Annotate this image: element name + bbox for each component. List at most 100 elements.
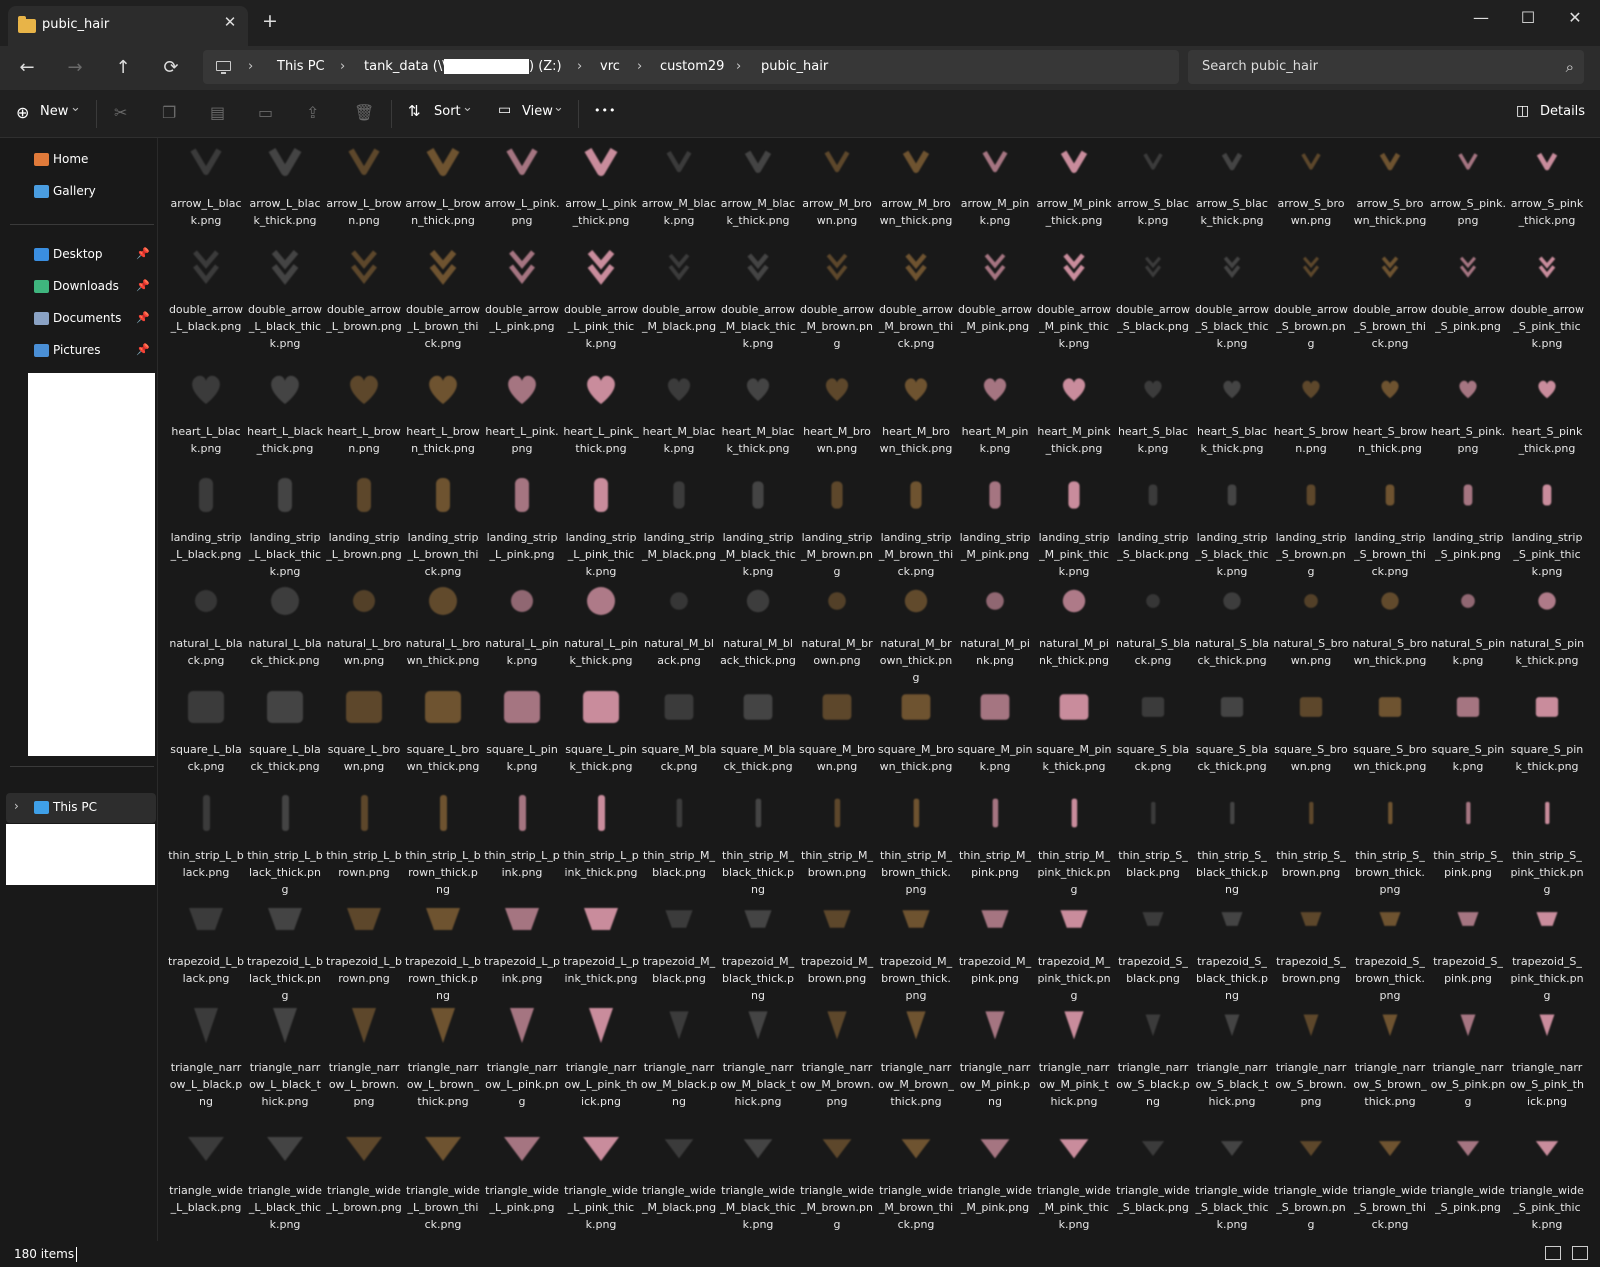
file-thumbnail [582,476,620,514]
pin-icon[interactable]: 📌 [136,279,150,292]
breadcrumb-pubic-hair[interactable]: pubic_hair [761,59,828,74]
share-icon[interactable]: ⇪ [306,103,319,122]
file-name: heart_S_brown_thick.png [1352,425,1428,455]
file-name: double_arrow_S_pink_thick.png [1509,303,1585,350]
file-name: triangle_narrow_S_brown.png [1275,1061,1347,1108]
file-thumbnail [1134,900,1172,938]
sidebar-item-home[interactable]: Home [0,145,158,175]
file-name: heart_S_black.png [1117,425,1189,455]
sidebar-item-downloads[interactable]: Downloads 📌 [0,272,158,302]
file-thumbnail [818,1129,856,1167]
file-name: landing_strip_S_black_thick.png [1195,531,1269,578]
file-thumbnail [739,370,777,408]
cut-icon[interactable]: ✂ [114,103,127,122]
file-thumbnail [503,582,541,620]
file-name: natural_L_pink_thick.png [564,637,638,667]
file-name: square_M_brown.png [799,743,875,773]
search-icon[interactable]: ⌕ [1566,58,1574,76]
file-name: natural_M_pink.png [960,637,1030,667]
file-name: thin_strip_S_black.png [1118,849,1188,879]
file-thumbnail [739,900,777,938]
sidebar-item-gallery[interactable]: Gallery [0,177,158,207]
file-thumbnail [976,900,1014,938]
paste-icon[interactable]: ▤ [210,103,225,122]
file-explorer-window: pubic_hair ✕ + — ☐ ✕ ← → ↑ ⟳ › This PC ›… [0,0,1600,1267]
forward-button[interactable]: → [60,54,90,82]
view-button[interactable]: View [522,104,553,119]
copy-icon[interactable]: ❐ [162,103,176,122]
file-thumbnail [976,142,1014,180]
file-name: double_arrow_S_brown.png [1273,303,1349,350]
file-thumbnail [266,370,304,408]
refresh-button[interactable]: ⟳ [156,54,186,82]
sidebar-item-this-pc[interactable]: › This PC [6,793,156,823]
file-name: square_L_brown.png [327,743,401,773]
file-name: triangle_narrow_M_pink.png [959,1061,1031,1108]
file-thumbnail [1371,688,1409,726]
file-name: trapezoid_L_brown.png [326,955,402,985]
file-thumbnail [1055,476,1093,514]
up-button[interactable]: ↑ [108,54,138,82]
file-name: triangle_narrow_S_black.png [1116,1061,1190,1108]
address-field[interactable]: › This PC › tank_data (\\ ) (Z:) › vrc ›… [203,50,1179,84]
large-icons-view-icon[interactable] [1572,1246,1588,1260]
file-name: triangle_wide_S_pink_thick.png [1510,1184,1584,1231]
file-name: triangle_wide_S_brown_thick.png [1353,1184,1427,1231]
file-thumbnail [897,142,935,180]
breadcrumb-drive-letter[interactable]: ) (Z:) [529,59,562,74]
chevron-right-icon[interactable]: › [14,799,19,813]
file-name: heart_L_pink_thick.png [563,425,639,455]
file-name: heart_M_pink.png [961,425,1029,455]
file-name: double_arrow_S_black.png [1115,303,1191,333]
file-thumbnail [1213,1129,1251,1167]
search-input[interactable]: Search pubic_hair ⌕ [1188,50,1584,84]
tab-pubic-hair[interactable]: pubic_hair ✕ [8,6,248,46]
sidebar-item-pictures[interactable]: Pictures 📌 [0,336,158,366]
redacted-area [6,824,155,885]
file-thumbnail [1292,1129,1330,1167]
breadcrumb-vrc[interactable]: vrc [600,59,620,74]
pin-icon[interactable]: 📌 [136,343,150,356]
file-thumbnail [1292,688,1330,726]
command-bar: ⊕ New ⌄ ✂ ❐ ▤ ▭ ⇪ 🗑 ⇅ Sort ⌄ ▭ View ⌄ ••… [0,90,1600,138]
back-button[interactable]: ← [12,54,42,82]
file-thumbnail [897,476,935,514]
pin-icon[interactable]: 📌 [136,247,150,260]
toolbar-divider [391,100,392,128]
file-thumbnail [1292,900,1330,938]
file-name: trapezoid_L_pink.png [484,955,560,985]
file-name: natural_S_brown_thick.png [1352,637,1428,667]
new-button[interactable]: New [40,104,68,119]
new-tab-button[interactable]: + [262,10,278,32]
sidebar-divider [10,766,154,767]
breadcrumb-this-pc[interactable]: This PC [277,59,325,74]
file-thumbnail [1213,1006,1251,1044]
pin-icon[interactable]: 📌 [136,311,150,324]
file-thumbnail [266,794,304,832]
file-name: square_M_black.png [641,743,717,773]
file-thumbnail [897,794,935,832]
rename-icon[interactable]: ▭ [258,103,273,122]
file-name: heart_S_brown.png [1273,425,1349,455]
details-button[interactable]: Details [1540,104,1585,119]
breadcrumb-custom29[interactable]: custom29 [660,59,724,74]
file-thumbnail [976,794,1014,832]
breadcrumb-tank-data[interactable]: tank_data (\\ [364,59,447,74]
file-thumbnail [897,900,935,938]
sidebar-item-label: This PC [53,800,97,814]
sort-button[interactable]: Sort [434,104,461,119]
sidebar-item-documents[interactable]: Documents 📌 [0,304,158,334]
minimize-button[interactable]: — [1466,8,1496,27]
file-name: triangle_narrow_S_black_thick.png [1195,1061,1269,1108]
close-window-button[interactable]: ✕ [1560,8,1590,27]
file-name: triangle_wide_M_brown.png [800,1184,874,1231]
more-options-button[interactable]: ••• [594,104,616,117]
maximize-button[interactable]: ☐ [1513,8,1543,27]
close-tab-icon[interactable]: ✕ [220,13,240,31]
file-thumbnail [187,1129,225,1167]
sidebar-item-desktop[interactable]: Desktop 📌 [0,240,158,270]
delete-icon[interactable]: 🗑 [354,103,374,122]
file-name: landing_strip_S_pink_thick.png [1511,531,1583,578]
details-view-icon[interactable] [1545,1246,1561,1260]
file-name: arrow_L_pink_thick.png [565,197,637,227]
